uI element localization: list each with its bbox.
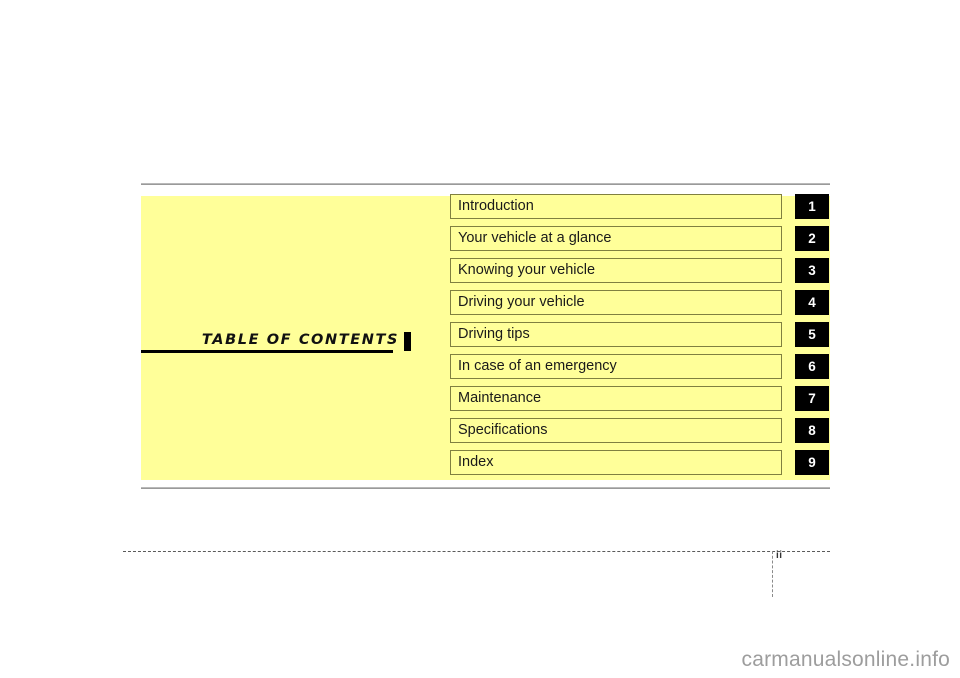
toc-entry-introduction[interactable]: Introduction [450, 194, 782, 219]
page-number: ii [776, 550, 783, 561]
table-of-contents-heading: TABLE OF CONTENTS [141, 325, 411, 353]
list-item[interactable]: Your vehicle at a glance 2 [450, 226, 830, 251]
toc-entry-in-case-of-an-emergency[interactable]: In case of an emergency [450, 354, 782, 379]
toc-entry-index[interactable]: Index [450, 450, 782, 475]
chapter-badge-4[interactable]: 4 [795, 290, 829, 315]
list-item[interactable]: Introduction 1 [450, 194, 830, 219]
list-item[interactable]: In case of an emergency 6 [450, 354, 830, 379]
crop-mark-vertical [772, 551, 773, 597]
footer-divider [141, 487, 830, 489]
toc-entry-your-vehicle-at-a-glance[interactable]: Your vehicle at a glance [450, 226, 782, 251]
title-underline [141, 350, 393, 353]
list-item[interactable]: Driving your vehicle 4 [450, 290, 830, 315]
site-watermark: carmanualsonline.info [741, 648, 950, 671]
list-item[interactable]: Maintenance 7 [450, 386, 830, 411]
manual-page: TABLE OF CONTENTS Introduction 1 Your ve… [0, 0, 960, 678]
list-item[interactable]: Specifications 8 [450, 418, 830, 443]
chapter-badge-2[interactable]: 2 [795, 226, 829, 251]
chapter-badge-7[interactable]: 7 [795, 386, 829, 411]
header-divider [141, 183, 830, 185]
chapter-badge-8[interactable]: 8 [795, 418, 829, 443]
chapter-badge-5[interactable]: 5 [795, 322, 829, 347]
chapter-badge-9[interactable]: 9 [795, 450, 829, 475]
list-item[interactable]: Index 9 [450, 450, 830, 475]
chapter-badge-3[interactable]: 3 [795, 258, 829, 283]
chapter-badge-6[interactable]: 6 [795, 354, 829, 379]
list-item[interactable]: Knowing your vehicle 3 [450, 258, 830, 283]
toc-entry-specifications[interactable]: Specifications [450, 418, 782, 443]
toc-entry-driving-tips[interactable]: Driving tips [450, 322, 782, 347]
table-of-contents-list: Introduction 1 Your vehicle at a glance … [450, 194, 830, 475]
crop-mark-horizontal [123, 551, 830, 552]
title-end-marker [404, 332, 411, 351]
list-item[interactable]: Driving tips 5 [450, 322, 830, 347]
toc-entry-driving-your-vehicle[interactable]: Driving your vehicle [450, 290, 782, 315]
toc-entry-knowing-your-vehicle[interactable]: Knowing your vehicle [450, 258, 782, 283]
toc-entry-maintenance[interactable]: Maintenance [450, 386, 782, 411]
page-title: TABLE OF CONTENTS [201, 332, 399, 348]
chapter-badge-1[interactable]: 1 [795, 194, 829, 219]
